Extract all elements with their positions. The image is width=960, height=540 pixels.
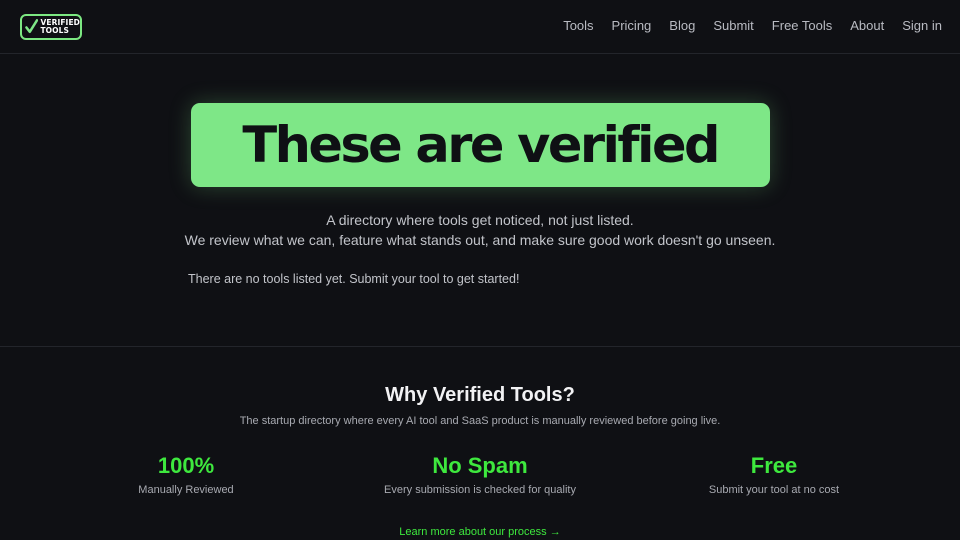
stat-value: 100% <box>157 453 215 478</box>
nav-about[interactable]: About <box>850 17 884 35</box>
hero-subtitle-line-1: A directory where tools get noticed, not… <box>326 212 634 228</box>
nav-free-tools[interactable]: Free Tools <box>772 17 832 35</box>
hero-title-badge: These are verified <box>191 103 770 187</box>
stat-label: Every submission is checked for quality <box>384 484 576 496</box>
hero-subtitle: A directory where tools get noticed, not… <box>0 210 960 250</box>
nav-pricing[interactable]: Pricing <box>612 17 652 35</box>
site-header: VERIFIED TOOLS Tools Pricing Blog Submit… <box>0 0 960 54</box>
why-subtitle: The startup directory where every AI too… <box>239 415 721 427</box>
hero-title: These are verified <box>242 116 721 174</box>
why-title: Why Verified Tools? <box>385 384 575 406</box>
stat-value: No Spam <box>432 453 528 478</box>
empty-tools-message: There are no tools listed yet. Submit yo… <box>188 272 520 286</box>
nav-sign-in[interactable]: Sign in <box>902 17 942 35</box>
hero-subtitle-line-2: We review what we can, feature what stan… <box>184 232 776 248</box>
main-nav: Tools Pricing Blog Submit Free Tools Abo… <box>545 17 942 35</box>
brand-logo[interactable]: VERIFIED TOOLS <box>20 14 82 40</box>
nav-submit[interactable]: Submit <box>713 17 753 35</box>
nav-tools[interactable]: Tools <box>563 17 593 35</box>
stat-value: Free <box>750 453 798 478</box>
brand-wordmark: VERIFIED TOOLS <box>40 19 80 35</box>
checkmark-icon <box>25 19 39 34</box>
learn-more-link[interactable]: Learn more about our process → <box>399 526 560 538</box>
stat-label: Submit your tool at no cost <box>708 484 840 496</box>
stat-manually-reviewed: 100% Manually Reviewed <box>66 452 306 498</box>
learn-more-row: Learn more about our process → <box>0 524 960 540</box>
stat-label: Manually Reviewed <box>138 484 234 496</box>
brand-line-2: TOOLS <box>40 26 69 35</box>
nav-blog[interactable]: Blog <box>669 17 695 35</box>
stat-no-spam: No Spam Every submission is checked for … <box>360 452 600 498</box>
section-divider <box>0 346 960 347</box>
stat-free: Free Submit your tool at no cost <box>654 452 894 498</box>
